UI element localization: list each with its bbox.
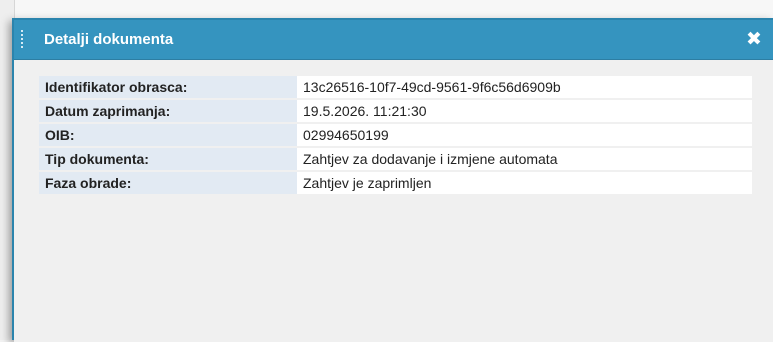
document-details-dialog: Detalji dokumenta ✖ Identifikator obrasc… xyxy=(12,18,773,342)
field-value: Zahtjev je zaprimljen xyxy=(297,172,752,196)
field-value: 19.5.2026. 11:21:30 xyxy=(297,100,752,124)
field-label: OIB: xyxy=(39,124,297,148)
dialog-title: Detalji dokumenta xyxy=(44,31,174,48)
field-value: Zahtjev za dodavanje i izmjene automata xyxy=(297,148,752,172)
drag-handle-icon[interactable] xyxy=(21,30,25,50)
details-table: Identifikator obrasca: 13c26516-10f7-49c… xyxy=(39,76,752,196)
dialog-titlebar[interactable]: Detalji dokumenta ✖ xyxy=(14,20,773,60)
details-row-oib: OIB: 02994650199 xyxy=(39,124,752,148)
details-row-processing-phase: Faza obrade: Zahtjev je zaprimljen xyxy=(39,172,752,196)
details-row-document-type: Tip dokumenta: Zahtjev za dodavanje i iz… xyxy=(39,148,752,172)
field-value: 13c26516-10f7-49cd-9561-9f6c56d6909b xyxy=(297,76,752,100)
close-icon[interactable]: ✖ xyxy=(743,28,765,50)
details-row-received-date: Datum zaprimanja: 19.5.2026. 11:21:30 xyxy=(39,100,752,124)
background-app-strip xyxy=(0,0,773,18)
details-row-form-id: Identifikator obrasca: 13c26516-10f7-49c… xyxy=(39,76,752,100)
field-label: Datum zaprimanja: xyxy=(39,100,297,124)
dialog-content: Identifikator obrasca: 13c26516-10f7-49c… xyxy=(14,60,773,342)
field-label: Faza obrade: xyxy=(39,172,297,196)
field-value: 02994650199 xyxy=(297,124,752,148)
field-label: Identifikator obrasca: xyxy=(39,76,297,100)
field-label: Tip dokumenta: xyxy=(39,148,297,172)
